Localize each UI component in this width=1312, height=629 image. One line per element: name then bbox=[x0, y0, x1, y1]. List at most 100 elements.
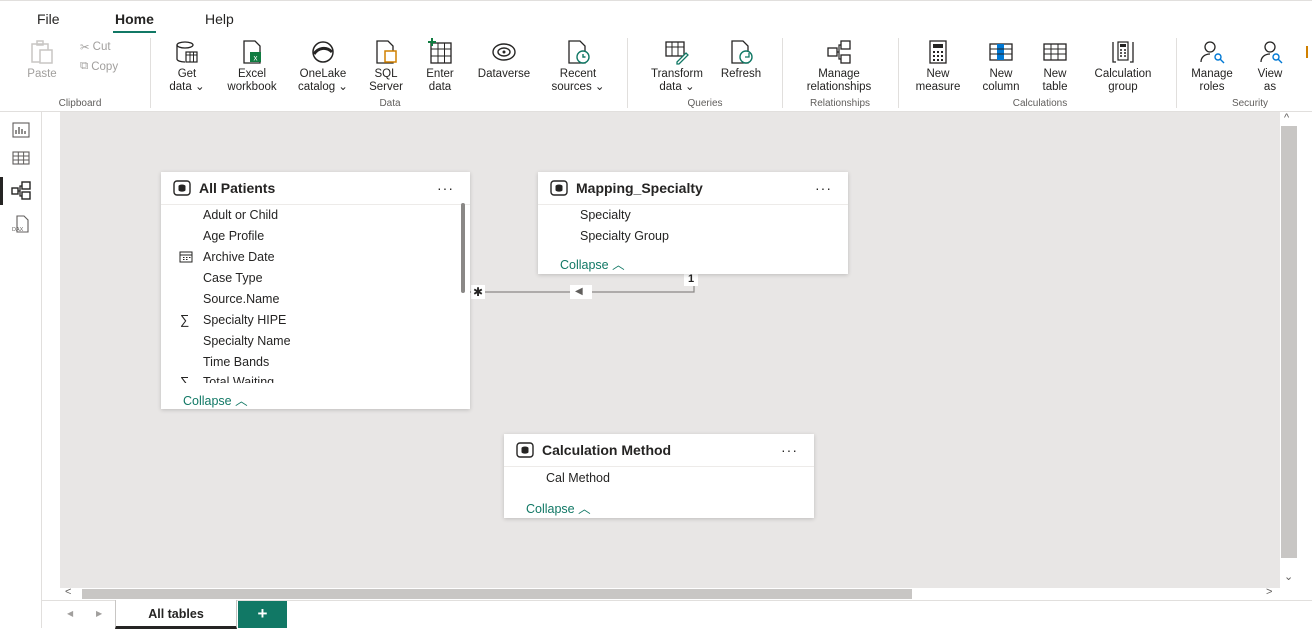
more-options-icon[interactable]: ··· bbox=[437, 180, 454, 196]
refresh-label: Refresh bbox=[720, 68, 762, 80]
table-card-all-patients[interactable]: All Patients ··· Adult or Child Age Prof… bbox=[161, 172, 470, 409]
ribbon-edge-marker bbox=[1306, 46, 1308, 58]
table-card-header[interactable]: All Patients ··· bbox=[161, 172, 470, 205]
field-specialty-hipe[interactable]: Specialty HIPE bbox=[203, 313, 286, 327]
recent-sources-button[interactable]: Recent sources ⌄ bbox=[545, 38, 611, 94]
transform-label-2: data ⌄ bbox=[659, 81, 695, 93]
scroll-up-icon[interactable]: ^ bbox=[1284, 112, 1289, 124]
copy-icon: ⧉ bbox=[80, 60, 89, 72]
enter-label-2: data bbox=[428, 81, 452, 93]
view-as-icon bbox=[1260, 41, 1283, 64]
new-table-label-2: table bbox=[1042, 81, 1068, 93]
card-scrollbar[interactable] bbox=[461, 203, 465, 293]
table-card-header[interactable]: Calculation Method ··· bbox=[504, 434, 814, 467]
table-icon bbox=[516, 442, 534, 458]
divider bbox=[898, 38, 899, 108]
group-label-security: Security bbox=[1231, 98, 1269, 109]
table-view-icon[interactable] bbox=[11, 148, 31, 168]
new-measure-label-2: measure bbox=[915, 81, 961, 93]
table-card-calculation-method[interactable]: Calculation Method ··· Cal Method Collap… bbox=[504, 434, 814, 518]
field-archive-date[interactable]: Archive Date bbox=[203, 250, 275, 264]
calendar-icon bbox=[179, 251, 193, 263]
enter-label-1: Enter bbox=[426, 68, 454, 80]
excel-workbook-button[interactable]: x Excel workbook bbox=[217, 38, 287, 94]
field-specialty-name[interactable]: Specialty Name bbox=[203, 334, 291, 348]
new-column-button[interactable]: New column bbox=[972, 38, 1030, 94]
table-title: Calculation Method bbox=[542, 442, 672, 458]
enter-data-button[interactable]: Enter data bbox=[420, 38, 460, 94]
many-cardinality-marker: ✱ bbox=[473, 285, 484, 299]
field-time-bands[interactable]: Time Bands bbox=[203, 355, 269, 369]
manage-roles-button[interactable]: Manage roles bbox=[1184, 38, 1240, 94]
transform-data-button[interactable]: Transform data ⌄ bbox=[640, 38, 714, 94]
sigma-icon: ∑ bbox=[180, 312, 190, 327]
paste-icon bbox=[31, 40, 53, 64]
horizontal-scrollbar[interactable]: < > bbox=[60, 586, 1280, 600]
excel-icon: x bbox=[243, 40, 261, 64]
dax-query-view-icon[interactable]: DAX bbox=[11, 214, 31, 234]
menu-home[interactable]: Home bbox=[113, 11, 156, 33]
field-age-profile[interactable]: Age Profile bbox=[203, 229, 264, 243]
new-table-icon bbox=[1043, 43, 1067, 61]
menu-help[interactable]: Help bbox=[205, 11, 234, 27]
report-view-icon[interactable] bbox=[11, 120, 31, 140]
group-label-queries: Queries bbox=[687, 98, 723, 109]
scroll-left-icon[interactable]: < bbox=[65, 586, 71, 598]
calculator-icon bbox=[929, 40, 947, 64]
model-canvas[interactable]: ✱ ◀ 1 All Patients ··· Adult or Child Ag… bbox=[60, 112, 1280, 588]
scroll-right-icon[interactable]: > bbox=[1266, 586, 1272, 598]
dataverse-button[interactable]: Dataverse bbox=[466, 38, 542, 81]
cut-icon: ✂ bbox=[80, 42, 90, 54]
collapse-link[interactable]: Collapse ︿ bbox=[560, 254, 625, 273]
field-source-name[interactable]: Source.Name bbox=[203, 292, 279, 306]
field-adult-or-child[interactable]: Adult or Child bbox=[203, 208, 278, 222]
vertical-scroll-thumb[interactable] bbox=[1281, 126, 1297, 558]
more-options-icon[interactable]: ··· bbox=[815, 180, 832, 196]
add-layout-button[interactable]: + bbox=[238, 601, 287, 628]
menu-file[interactable]: File bbox=[37, 11, 60, 27]
field-case-type[interactable]: Case Type bbox=[203, 271, 263, 285]
scroll-down-icon[interactable]: ⌄ bbox=[1284, 570, 1293, 583]
field-cal-method[interactable]: Cal Method bbox=[546, 471, 610, 485]
group-label-clipboard: Clipboard bbox=[58, 98, 102, 109]
onelake-icon bbox=[312, 41, 334, 63]
refresh-button[interactable]: Refresh bbox=[712, 38, 770, 81]
dataverse-icon bbox=[492, 43, 516, 61]
onelake-catalog-button[interactable]: OneLake catalog ⌄ bbox=[290, 38, 356, 94]
vertical-scrollbar[interactable]: ^ ⌄ bbox=[1280, 112, 1298, 588]
copy-button[interactable]: ⧉ Copy bbox=[80, 60, 118, 73]
sql-label-1: SQL bbox=[374, 68, 398, 80]
group-label-calculations: Calculations bbox=[1012, 98, 1068, 109]
new-measure-label-1: New bbox=[926, 68, 950, 80]
field-specialty[interactable]: Specialty bbox=[580, 208, 631, 222]
table-card-header[interactable]: Mapping_Specialty ··· bbox=[538, 172, 848, 205]
transform-data-icon bbox=[665, 41, 689, 65]
tab-next-icon[interactable]: ▶ bbox=[96, 609, 102, 618]
tab-all-tables[interactable]: All tables bbox=[115, 600, 237, 629]
more-options-icon[interactable]: ··· bbox=[781, 442, 798, 458]
horizontal-scroll-thumb[interactable] bbox=[82, 589, 912, 599]
field-specialty-group[interactable]: Specialty Group bbox=[580, 229, 669, 243]
tab-prev-icon[interactable]: ◀ bbox=[67, 609, 73, 618]
model-view-icon[interactable] bbox=[11, 181, 31, 201]
table-card-mapping-specialty[interactable]: Mapping_Specialty ··· Specialty Specialt… bbox=[538, 172, 848, 274]
collapse-link[interactable]: Collapse ︿ bbox=[183, 390, 248, 409]
view-as-button[interactable]: View as bbox=[1250, 38, 1290, 94]
new-measure-button[interactable]: New measure bbox=[910, 38, 966, 94]
sql-server-button[interactable]: SQL Server bbox=[366, 38, 406, 94]
new-table-button[interactable]: New table bbox=[1034, 38, 1076, 94]
calc-group-label-2: group bbox=[1108, 81, 1138, 93]
one-cardinality-marker: 1 bbox=[688, 273, 695, 285]
collapse-link[interactable]: Collapse ︿ bbox=[526, 498, 591, 517]
get-data-button[interactable]: Get data ⌄ bbox=[162, 38, 212, 94]
field-total-waiting[interactable]: Total Waiting bbox=[203, 375, 274, 383]
paste-button[interactable]: Paste bbox=[22, 38, 62, 81]
onelake-label-1: OneLake bbox=[299, 68, 347, 80]
cross-filter-arrow-icon: ◀ bbox=[575, 286, 583, 297]
calculation-group-button[interactable]: Calculation group bbox=[1082, 38, 1164, 94]
cut-button[interactable]: ✂ Cut bbox=[80, 40, 111, 54]
enter-data-icon bbox=[428, 38, 452, 64]
manage-relationships-button[interactable]: Manage relationships bbox=[786, 38, 892, 94]
table-title: Mapping_Specialty bbox=[576, 180, 703, 196]
divider bbox=[150, 38, 151, 108]
